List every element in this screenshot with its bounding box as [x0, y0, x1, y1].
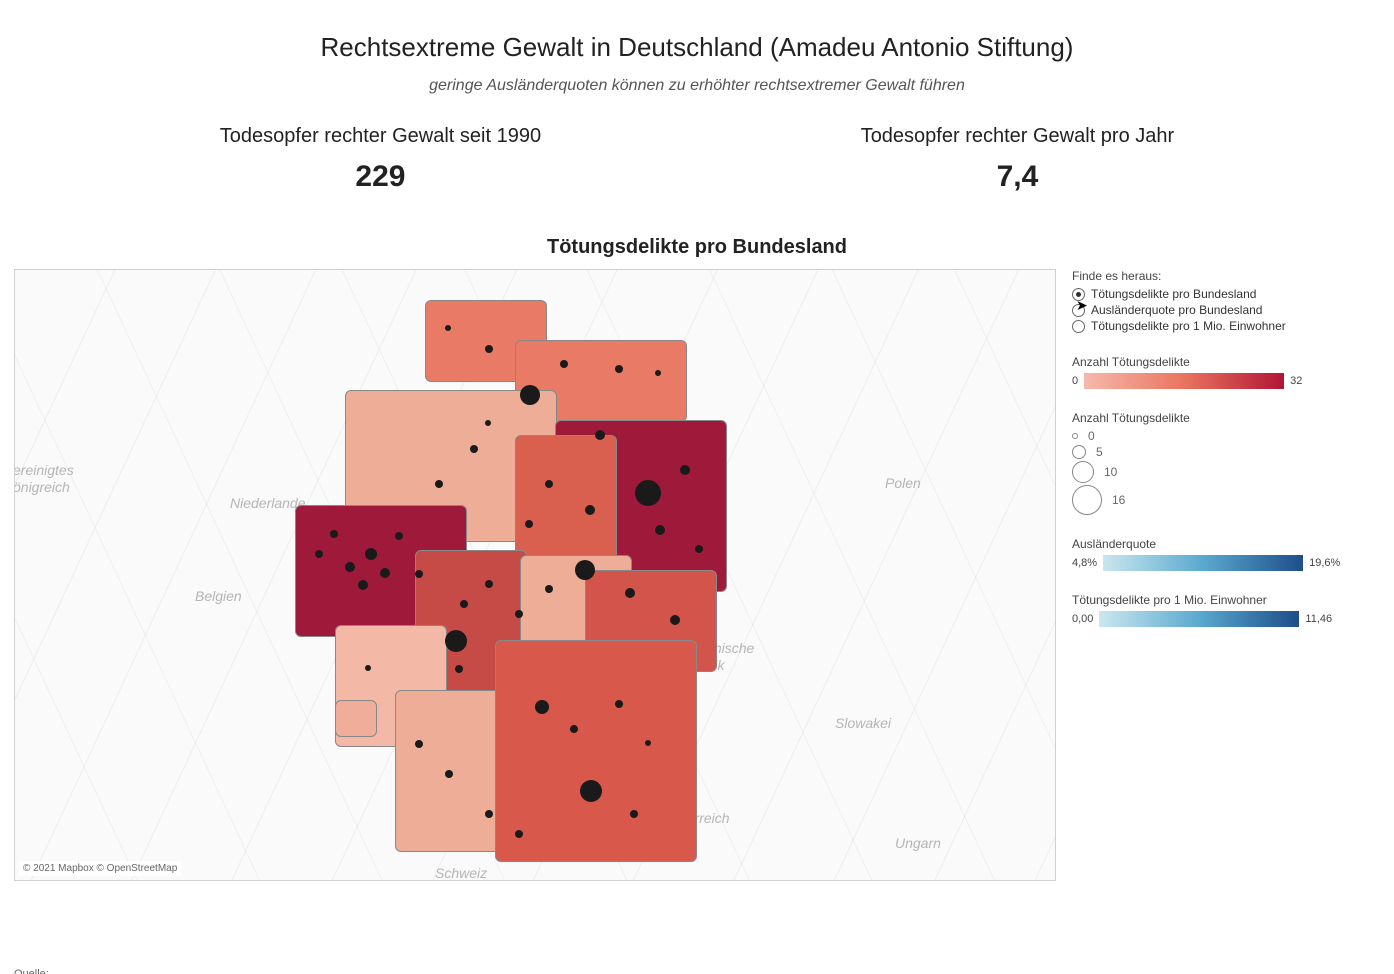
gradient-blue-1: [1103, 555, 1303, 571]
map-attribution: © 2021 Mapbox © OpenStreetMap: [19, 861, 181, 876]
size-legend-label: 0: [1088, 429, 1095, 443]
legend-color2: 4,8% 19,6%: [1072, 555, 1382, 571]
kpi-total: Todesopfer rechter Gewalt seit 1990 229: [220, 125, 541, 194]
radio-icon: [1072, 320, 1085, 333]
label-be: Belgien: [195, 588, 242, 604]
state[interactable]: [495, 640, 697, 862]
kpi-row: Todesopfer rechter Gewalt seit 1990 229 …: [0, 125, 1394, 194]
gradient-red: [1084, 373, 1284, 389]
source-block: Quelle: https://www.amadeu-antonio-stift…: [14, 968, 339, 974]
size-legend-dot: [1072, 485, 1102, 515]
size-legend-label: 10: [1104, 465, 1117, 479]
legend-size: Anzahl Tötungsdelikte 0510 16: [1072, 411, 1382, 515]
germany-map[interactable]: ereinigtesönigreich Niederlande Belgien …: [14, 269, 1056, 881]
radio-label: Ausländerquote pro Bundesland: [1091, 303, 1262, 317]
controls-title: Finde es heraus:: [1072, 269, 1382, 283]
page-title: Rechtsextreme Gewalt in Deutschland (Ama…: [0, 32, 1394, 63]
label-uk: ereinigtesönigreich: [14, 462, 74, 496]
size-legend-dot: [1072, 461, 1094, 483]
page-subtitle: geringe Ausländerquoten können zu erhöht…: [0, 77, 1394, 95]
map-title: Tötungsdelikte pro Bundesland: [0, 236, 1394, 259]
state[interactable]: [335, 700, 377, 737]
radio-option-2[interactable]: Tötungsdelikte pro 1 Mio. Einwohner: [1072, 319, 1382, 333]
legend-color2-title: Ausländerquote: [1072, 537, 1382, 551]
radio-option-0[interactable]: Tötungsdelikte pro Bundesland: [1072, 287, 1382, 301]
legend-color3: 0,00 11,46: [1072, 611, 1382, 627]
radio-label: Tötungsdelikte pro 1 Mio. Einwohner: [1091, 319, 1286, 333]
size-legend-row: 16: [1072, 485, 1382, 515]
label-hu: Ungarn: [895, 835, 941, 851]
legend-color1: 0 32: [1072, 373, 1382, 389]
size-legend-label: 5: [1096, 445, 1103, 459]
radio-label: Tötungsdelikte pro Bundesland: [1091, 287, 1256, 301]
radio-option-1[interactable]: Ausländerquote pro Bundesland: [1072, 303, 1382, 317]
size-legend-dot: [1072, 445, 1086, 459]
kpi-total-value: 229: [220, 160, 541, 194]
legend-color3-title: Tötungsdelikte pro 1 Mio. Einwohner: [1072, 593, 1382, 607]
size-legend-dot: [1072, 433, 1078, 439]
label-sk: Slowakei: [835, 715, 891, 731]
size-legend-row: 10: [1072, 461, 1382, 483]
source-label: Quelle:: [14, 968, 339, 974]
gradient-blue-2: [1099, 611, 1299, 627]
label-pl: Polen: [885, 475, 921, 491]
kpi-per-year: Todesopfer rechter Gewalt pro Jahr 7,4: [861, 125, 1175, 194]
side-panel: Finde es heraus: Tötungsdelikte pro Bund…: [1056, 269, 1382, 881]
size-legend-row: 5: [1072, 445, 1382, 459]
kpi-per-year-value: 7,4: [861, 160, 1175, 194]
size-legend-label: 16: [1112, 493, 1125, 507]
kpi-per-year-label: Todesopfer rechter Gewalt pro Jahr: [861, 125, 1175, 148]
legend-color1-title: Anzahl Tötungsdelikte: [1072, 355, 1382, 369]
kpi-total-label: Todesopfer rechter Gewalt seit 1990: [220, 125, 541, 148]
legend-size-title: Anzahl Tötungsdelikte: [1072, 411, 1382, 425]
label-ch: Schweiz: [435, 865, 487, 881]
size-legend-row: 0: [1072, 429, 1382, 443]
cursor-icon: ➤: [1076, 297, 1088, 314]
